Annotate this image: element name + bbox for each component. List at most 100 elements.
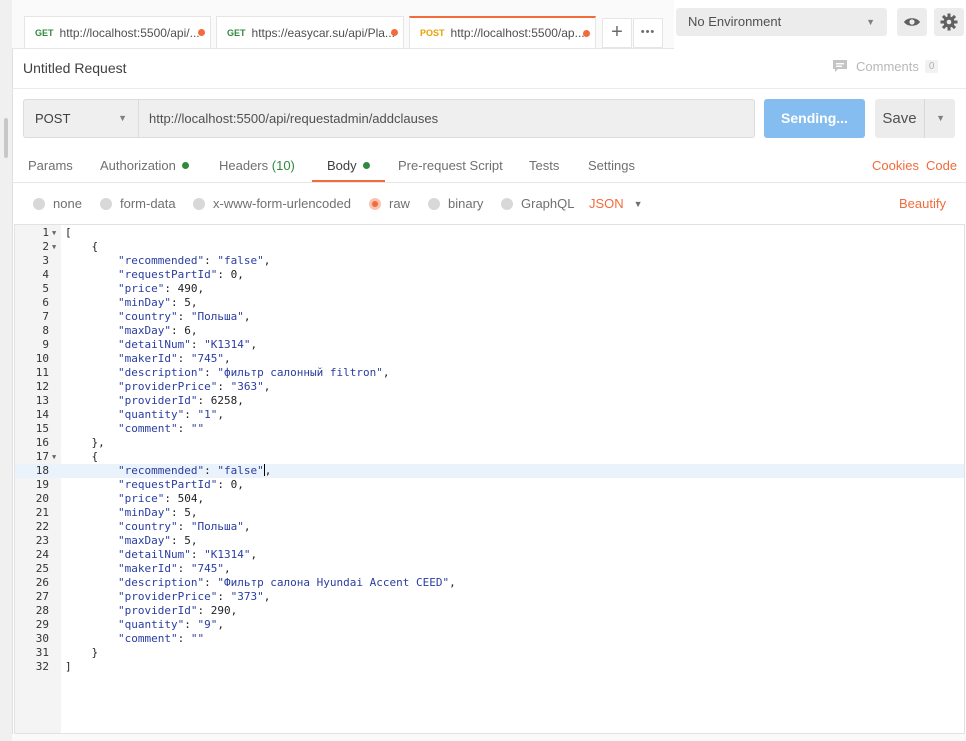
unsaved-dot (198, 29, 205, 36)
request-tabs: Params Authorization Headers (10) Body P… (12, 150, 966, 183)
code-line[interactable]: 22 "country": "Польша", (15, 520, 964, 534)
request-tab-bar: GET http://localhost:5500/api/... GET ht… (12, 0, 674, 49)
code-line[interactable]: 32] (15, 660, 964, 674)
line-number: 10 (35, 352, 49, 365)
code-line[interactable]: 31 } (15, 646, 964, 660)
footer-strip (12, 734, 966, 741)
code-line[interactable]: 16 }, (15, 436, 964, 450)
code-line[interactable]: 5 "price": 490, (15, 282, 964, 296)
url-input[interactable]: http://localhost:5500/api/requestadmin/a… (138, 99, 755, 138)
line-number: 13 (35, 394, 49, 407)
code-line[interactable]: 12 "providerPrice": "363", (15, 380, 964, 394)
code-line[interactable]: 21 "minDay": 5, (15, 506, 964, 520)
line-number: 16 (35, 436, 49, 449)
save-options-chevron-icon[interactable]: ▼ (936, 99, 945, 138)
line-number: 32 (35, 660, 49, 673)
code-line[interactable]: 4 "requestPartId": 0, (15, 268, 964, 282)
settings-button[interactable] (934, 8, 964, 36)
tab-tests[interactable]: Tests (529, 150, 559, 181)
raw-format-select[interactable]: JSON ▼ (589, 188, 643, 220)
code-line[interactable]: 25 "makerId": "745", (15, 562, 964, 576)
tab-params[interactable]: Params (28, 150, 73, 181)
radio-icon (428, 198, 440, 210)
line-text: "detailNum": "K1314", (117, 338, 258, 351)
active-indicator-dot (181, 162, 189, 169)
line-number: 27 (35, 590, 49, 603)
send-button[interactable]: Sending... (764, 99, 865, 138)
line-number: 5 (42, 282, 49, 295)
code-line[interactable]: 7 "country": "Польша", (15, 310, 964, 324)
line-number: 19 (35, 478, 49, 491)
tab-url: https://easycar.su/api/Pla... (251, 25, 395, 40)
cookies-link[interactable]: Cookies (872, 150, 919, 181)
scroll-thumb[interactable] (4, 118, 8, 158)
code-line[interactable]: 29 "quantity": "9", (15, 618, 964, 632)
tab-settings[interactable]: Settings (588, 150, 635, 181)
environment-quick-look-button[interactable] (897, 8, 927, 36)
method-select[interactable]: POST ▼ (23, 99, 138, 138)
body-raw-option[interactable]: raw (369, 188, 410, 220)
body-editor[interactable]: 1 ▼[2 ▼ {3 "recommended": "false", 4 "reque… (14, 224, 965, 734)
code-line[interactable]: 27 "providerPrice": "373", (15, 590, 964, 604)
option-label: binary (448, 196, 484, 211)
tab-pre-request-script[interactable]: Pre-request Script (398, 150, 503, 181)
tab-headers[interactable]: Headers (10) (219, 150, 295, 181)
more-tabs-button[interactable]: ••• (633, 18, 663, 48)
tab-headers-label: Headers (219, 158, 269, 173)
comments-button[interactable]: Comments 0 (832, 59, 939, 74)
body-binary-option[interactable]: binary (428, 188, 483, 220)
tab-get-localhost[interactable]: GET http://localhost:5500/api/... (24, 16, 211, 48)
request-title[interactable]: Untitled Request (23, 60, 127, 76)
fold-arrow-icon[interactable]: ▼ (52, 450, 56, 464)
code-line[interactable]: 17 ▼ { (15, 450, 964, 464)
body-urlencoded-option[interactable]: x-www-form-urlencoded (193, 188, 351, 220)
line-text: }, (65, 436, 105, 449)
code-line[interactable]: 24 "detailNum": "K1314", (15, 548, 964, 562)
line-number: 23 (35, 534, 49, 547)
code-line[interactable]: 26 "description": "Фильтр салона Hyundai… (15, 576, 964, 590)
line-number: 12 (35, 380, 49, 393)
code-line[interactable]: 11 "description": "фильтр салонный filtr… (15, 366, 964, 380)
code-line[interactable]: 13 "providerId": 6258, (15, 394, 964, 408)
left-scrollbar[interactable] (0, 0, 13, 741)
body-none-option[interactable]: none (33, 188, 82, 220)
code-line[interactable]: 19 "requestPartId": 0, (15, 478, 964, 492)
code-line[interactable]: 2 ▼ { (15, 240, 964, 254)
code-line[interactable]: 1 ▼ [ (15, 226, 964, 240)
line-text: "providerId": 290, (117, 604, 238, 617)
code-line[interactable]: 3 "recommended": "false", (15, 254, 964, 268)
code-line[interactable]: 18 "recommended": "false", (15, 464, 964, 478)
environment-select[interactable]: No Environment ▼ (676, 8, 887, 36)
code-line[interactable]: 30 "comment": "" (15, 632, 964, 646)
code-line[interactable]: 28 "providerId": 290, (15, 604, 964, 618)
tab-authorization[interactable]: Authorization (100, 150, 189, 181)
beautify-link[interactable]: Beautify (899, 188, 946, 220)
body-form-data-option[interactable]: form-data (100, 188, 176, 220)
tab-authorization-label: Authorization (100, 158, 176, 173)
code-line[interactable]: 6 "minDay": 5, (15, 296, 964, 310)
line-number: 31 (35, 646, 49, 659)
code-line[interactable]: 9 "detailNum": "K1314", (15, 338, 964, 352)
tab-body[interactable]: Body (312, 150, 385, 182)
chevron-down-icon: ▼ (633, 199, 643, 209)
headers-count: (10) (271, 158, 295, 173)
tab-post-localhost[interactable]: POST http://localhost:5500/ap... (409, 16, 596, 48)
save-button[interactable]: Save ▼ (875, 99, 955, 138)
comment-icon (833, 60, 847, 72)
code-line[interactable]: 10 "makerId": "745", (15, 352, 964, 366)
new-tab-button[interactable]: + (602, 18, 632, 48)
code-line[interactable]: 14 "quantity": "1", (15, 408, 964, 422)
fold-arrow-icon[interactable]: ▼ (52, 226, 56, 240)
fold-arrow-icon[interactable]: ▼ (52, 240, 56, 254)
code-line[interactable]: 8 "maxDay": 6, (15, 324, 964, 338)
code-link[interactable]: Code (926, 150, 957, 181)
option-label: none (53, 196, 82, 211)
environment-label: No Environment (688, 14, 782, 29)
tab-get-easycar[interactable]: GET https://easycar.su/api/Pla... (216, 16, 404, 48)
body-graphql-option[interactable]: GraphQL (501, 188, 574, 220)
line-text: "description": "фильтр салонный filtron"… (117, 366, 390, 379)
code-line[interactable]: 23 "maxDay": 5, (15, 534, 964, 548)
line-text: "providerId": 6258, (117, 394, 244, 407)
code-line[interactable]: 20 "price": 504, (15, 492, 964, 506)
code-line[interactable]: 15 "comment": "" (15, 422, 964, 436)
